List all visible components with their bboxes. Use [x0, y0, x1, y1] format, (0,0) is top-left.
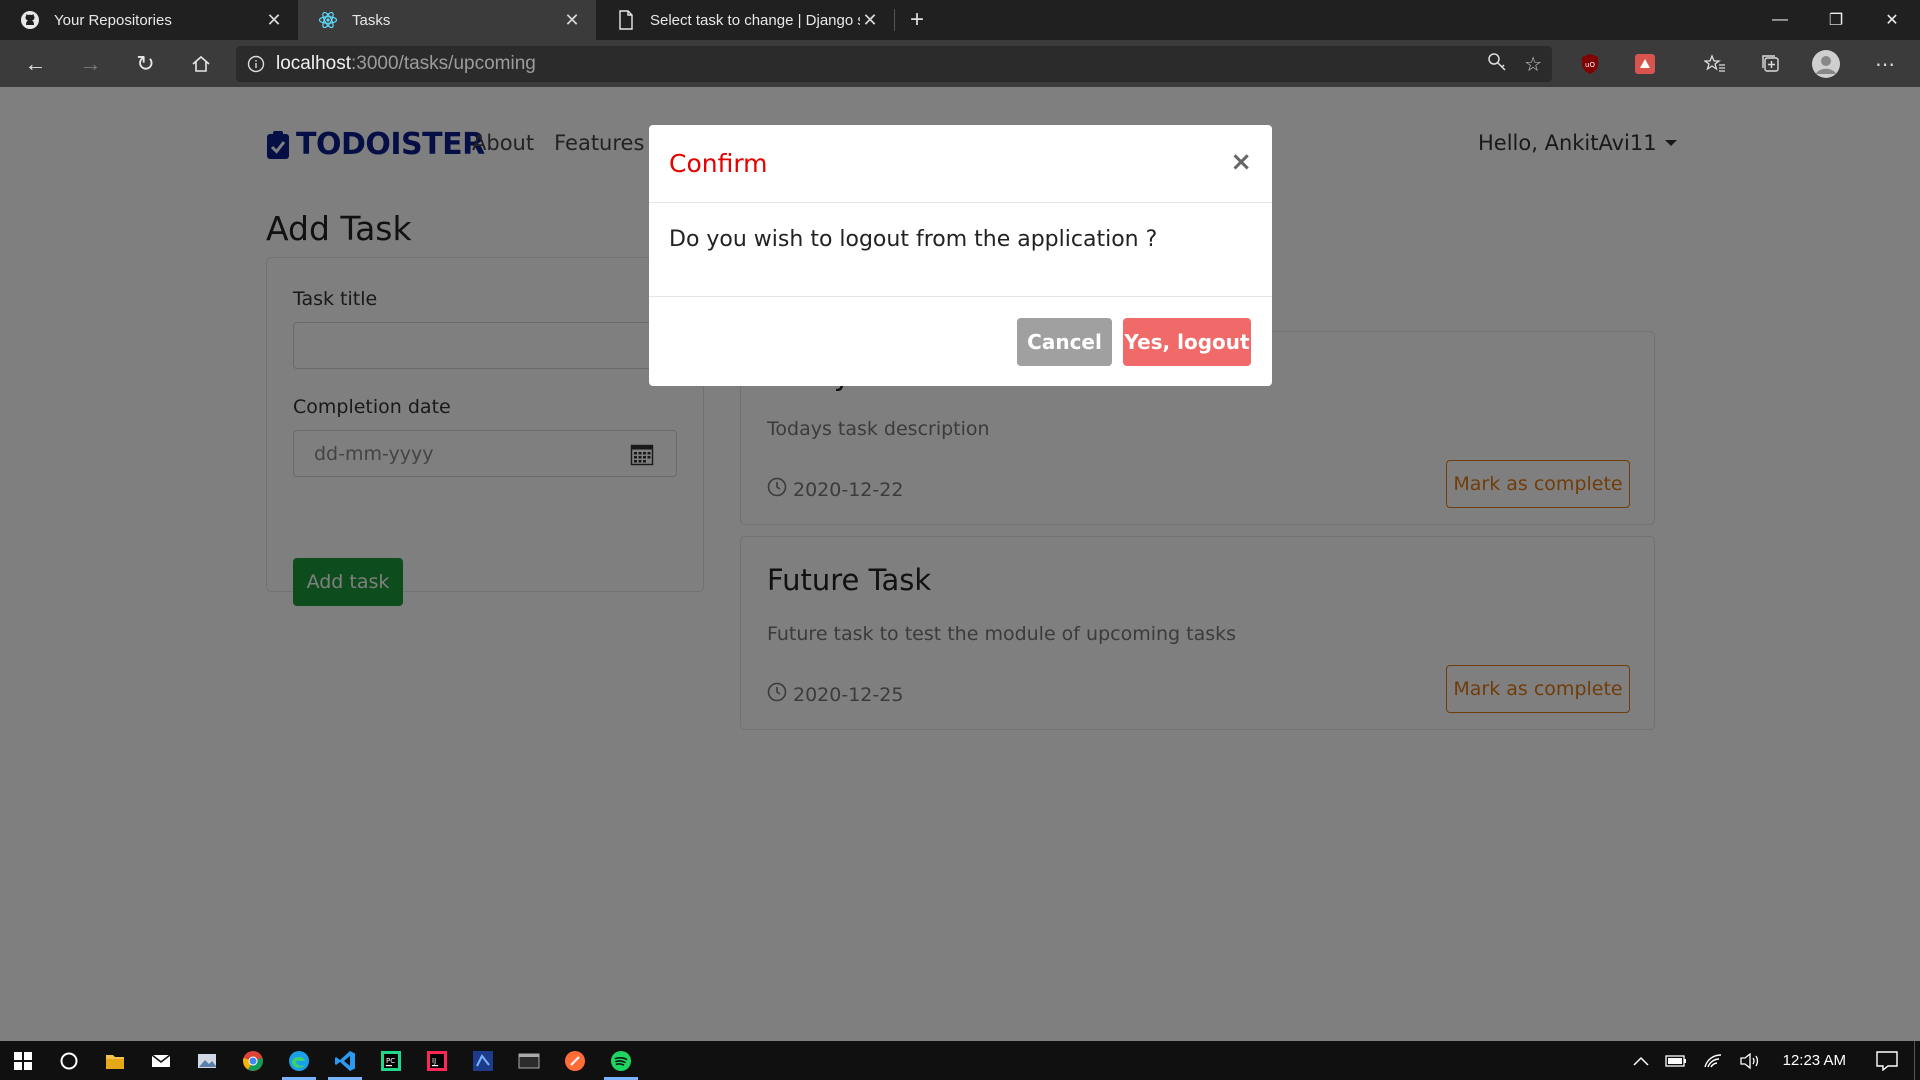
close-window-icon[interactable]: ✕	[1864, 0, 1920, 40]
forward-icon[interactable]: →	[63, 40, 118, 87]
extension-icon[interactable]	[1630, 48, 1660, 80]
url-host: localhost	[276, 53, 351, 74]
web-page: TODOISTER About Features C Hello, AnkitA…	[0, 87, 1920, 1041]
wifi-icon[interactable]	[1695, 1041, 1731, 1080]
windows-taskbar: PC IJ 12:23 AM	[0, 1041, 1920, 1080]
favorites-icon[interactable]	[1700, 48, 1730, 80]
mail-icon[interactable]	[138, 1041, 184, 1080]
info-icon[interactable]	[236, 55, 276, 73]
refresh-icon[interactable]: ↻	[118, 40, 173, 87]
postman-icon[interactable]	[552, 1041, 598, 1080]
minimize-icon[interactable]: —	[1752, 0, 1808, 40]
intellij-icon[interactable]: IJ	[414, 1041, 460, 1080]
file-explorer-icon[interactable]	[92, 1041, 138, 1080]
vscode-icon[interactable]	[322, 1041, 368, 1080]
confirm-logout-modal: Confirm × Do you wish to logout from the…	[649, 125, 1272, 386]
close-tab-icon[interactable]: ✕	[860, 10, 880, 30]
back-icon[interactable]: ←	[8, 40, 63, 87]
favorite-star-icon[interactable]: ☆	[1524, 52, 1542, 77]
close-tab-icon[interactable]: ✕	[562, 10, 582, 30]
modal-title: Confirm	[669, 149, 768, 178]
svg-text:IJ: IJ	[432, 1057, 436, 1065]
svg-text:PC: PC	[386, 1057, 395, 1065]
tab-tasks[interactable]: Tasks ✕	[298, 0, 596, 40]
confirm-logout-button[interactable]: Yes, logout	[1123, 317, 1251, 366]
modal-message: Do you wish to logout from the applicati…	[649, 203, 1272, 297]
more-icon[interactable]: ⋯	[1870, 48, 1900, 80]
chevron-up-icon[interactable]	[1625, 1041, 1657, 1080]
tab-title: Select task to change | Django si	[650, 11, 860, 29]
restore-icon[interactable]: ❐	[1808, 0, 1864, 40]
browser-toolbar: ← → ↻ localhost:3000/tasks/upcoming ☆ uO…	[0, 40, 1920, 87]
new-tab-button[interactable]: +	[895, 0, 939, 40]
close-icon[interactable]: ×	[1230, 147, 1252, 177]
spotify-icon[interactable]	[598, 1041, 644, 1080]
app-icon[interactable]	[460, 1041, 506, 1080]
chrome-icon[interactable]	[230, 1041, 276, 1080]
page-icon	[616, 10, 636, 30]
url-text: localhost:3000/tasks/upcoming	[276, 53, 536, 75]
cancel-button[interactable]: Cancel	[1017, 317, 1112, 366]
edge-icon[interactable]	[276, 1041, 322, 1080]
clock-time[interactable]: 12:23 AM	[1769, 1041, 1860, 1080]
show-desktop-button[interactable]	[1914, 1041, 1920, 1080]
url-path: :3000/tasks/upcoming	[351, 53, 536, 74]
terminal-icon[interactable]	[506, 1041, 552, 1080]
cortana-icon[interactable]	[46, 1041, 92, 1080]
tab-your-repositories[interactable]: Your Repositories ✕	[0, 0, 298, 40]
windows-start-icon[interactable]	[0, 1041, 46, 1080]
collections-icon[interactable]	[1756, 48, 1786, 80]
home-icon[interactable]	[173, 40, 228, 87]
photos-icon[interactable]	[184, 1041, 230, 1080]
browser-tab-bar: Your Repositories ✕ Tasks ✕ Select task …	[0, 0, 1920, 40]
volume-icon[interactable]	[1731, 1041, 1769, 1080]
ublock-icon[interactable]: uO	[1575, 48, 1605, 80]
battery-icon[interactable]	[1657, 1041, 1695, 1080]
system-tray: 12:23 AM	[1625, 1041, 1920, 1080]
modal-header: Confirm	[649, 125, 1272, 203]
key-icon[interactable]	[1486, 51, 1508, 78]
profile-avatar-icon[interactable]	[1811, 48, 1841, 80]
svg-text:uO: uO	[1585, 61, 1595, 69]
window-controls: — ❐ ✕	[1752, 0, 1920, 40]
close-tab-icon[interactable]: ✕	[264, 10, 284, 30]
pycharm-icon[interactable]: PC	[368, 1041, 414, 1080]
address-bar[interactable]: localhost:3000/tasks/upcoming ☆	[236, 46, 1552, 82]
notifications-icon[interactable]	[1860, 1041, 1914, 1080]
modal-footer: Cancel Yes, logout	[649, 297, 1272, 386]
tab-django-admin[interactable]: Select task to change | Django si ✕	[596, 0, 894, 40]
tab-title: Tasks	[352, 11, 391, 29]
tab-title: Your Repositories	[54, 11, 172, 29]
github-icon	[20, 10, 40, 30]
react-icon	[318, 10, 338, 30]
